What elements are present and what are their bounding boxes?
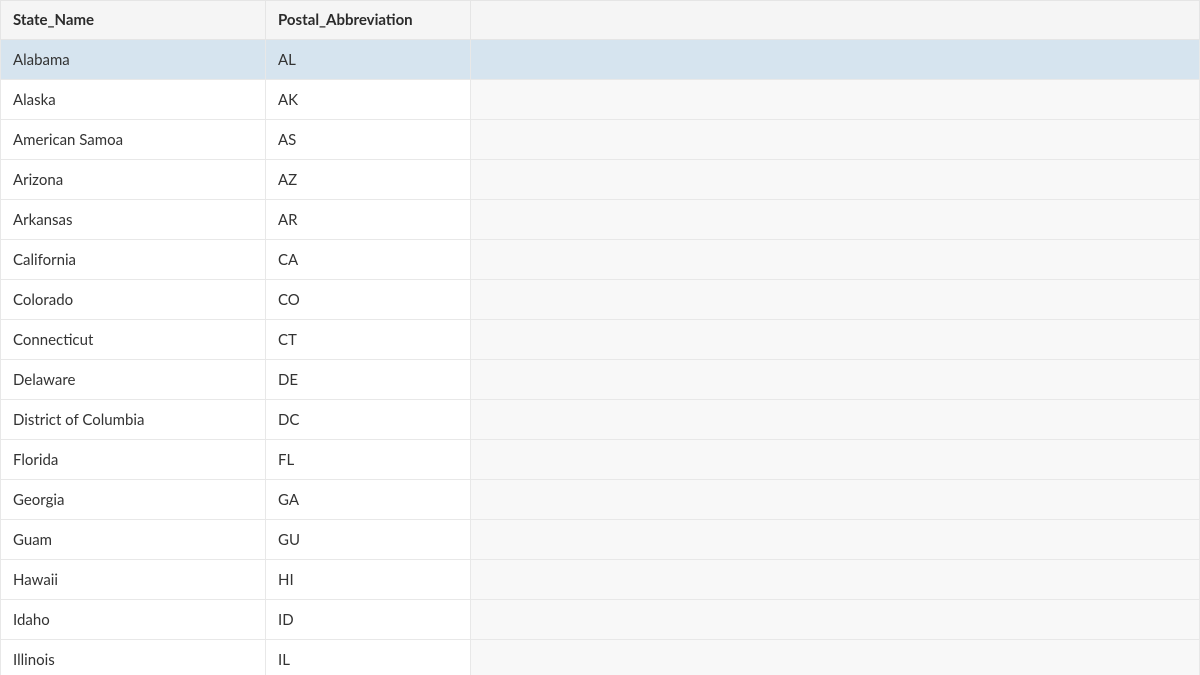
cell-state-name[interactable]: Illinois (1, 640, 266, 675)
table-header: State_Name Postal_Abbreviation (1, 1, 1200, 40)
table-body: AlabamaALAlaskaAKAmerican SamoaASArizona… (1, 40, 1200, 675)
cell-filler (471, 80, 1200, 120)
cell-state-name[interactable]: Georgia (1, 480, 266, 520)
cell-postal-abbreviation[interactable]: CO (266, 280, 471, 320)
cell-state-name[interactable]: Alaska (1, 80, 266, 120)
cell-filler (471, 640, 1200, 675)
table-row[interactable]: American SamoaAS (1, 120, 1200, 160)
cell-state-name[interactable]: Florida (1, 440, 266, 480)
cell-postal-abbreviation[interactable]: AK (266, 80, 471, 120)
column-header-filler (471, 1, 1200, 40)
cell-postal-abbreviation[interactable]: FL (266, 440, 471, 480)
cell-filler (471, 240, 1200, 280)
cell-state-name[interactable]: Idaho (1, 600, 266, 640)
data-table: State_Name Postal_Abbreviation AlabamaAL… (0, 0, 1200, 675)
cell-postal-abbreviation[interactable]: DE (266, 360, 471, 400)
cell-filler (471, 360, 1200, 400)
cell-filler (471, 120, 1200, 160)
table-row[interactable]: ArizonaAZ (1, 160, 1200, 200)
table-row[interactable]: ArkansasAR (1, 200, 1200, 240)
cell-postal-abbreviation[interactable]: HI (266, 560, 471, 600)
cell-filler (471, 560, 1200, 600)
table-row[interactable]: GuamGU (1, 520, 1200, 560)
table-row[interactable]: HawaiiHI (1, 560, 1200, 600)
column-header-postal-abbreviation[interactable]: Postal_Abbreviation (266, 1, 471, 40)
table-row[interactable]: IllinoisIL (1, 640, 1200, 675)
cell-postal-abbreviation[interactable]: DC (266, 400, 471, 440)
table-row[interactable]: AlabamaAL (1, 40, 1200, 80)
cell-postal-abbreviation[interactable]: AZ (266, 160, 471, 200)
cell-filler (471, 160, 1200, 200)
cell-state-name[interactable]: District of Columbia (1, 400, 266, 440)
data-table-wrapper: State_Name Postal_Abbreviation AlabamaAL… (0, 0, 1200, 675)
table-row[interactable]: ColoradoCO (1, 280, 1200, 320)
table-row[interactable]: IdahoID (1, 600, 1200, 640)
cell-filler (471, 400, 1200, 440)
cell-filler (471, 320, 1200, 360)
cell-state-name[interactable]: Delaware (1, 360, 266, 400)
column-header-state-name[interactable]: State_Name (1, 1, 266, 40)
cell-postal-abbreviation[interactable]: AS (266, 120, 471, 160)
cell-state-name[interactable]: Alabama (1, 40, 266, 80)
cell-postal-abbreviation[interactable]: AR (266, 200, 471, 240)
table-row[interactable]: District of ColumbiaDC (1, 400, 1200, 440)
table-row[interactable]: FloridaFL (1, 440, 1200, 480)
cell-state-name[interactable]: Hawaii (1, 560, 266, 600)
cell-state-name[interactable]: Colorado (1, 280, 266, 320)
cell-postal-abbreviation[interactable]: ID (266, 600, 471, 640)
table-row[interactable]: AlaskaAK (1, 80, 1200, 120)
table-row[interactable]: ConnecticutCT (1, 320, 1200, 360)
cell-postal-abbreviation[interactable]: GA (266, 480, 471, 520)
cell-filler (471, 440, 1200, 480)
cell-postal-abbreviation[interactable]: CT (266, 320, 471, 360)
cell-filler (471, 40, 1200, 80)
cell-filler (471, 480, 1200, 520)
cell-postal-abbreviation[interactable]: AL (266, 40, 471, 80)
table-row[interactable]: CaliforniaCA (1, 240, 1200, 280)
cell-state-name[interactable]: American Samoa (1, 120, 266, 160)
table-row[interactable]: GeorgiaGA (1, 480, 1200, 520)
cell-postal-abbreviation[interactable]: IL (266, 640, 471, 675)
cell-postal-abbreviation[interactable]: GU (266, 520, 471, 560)
cell-state-name[interactable]: Connecticut (1, 320, 266, 360)
table-row[interactable]: DelawareDE (1, 360, 1200, 400)
cell-state-name[interactable]: Arizona (1, 160, 266, 200)
cell-filler (471, 280, 1200, 320)
cell-filler (471, 200, 1200, 240)
cell-filler (471, 600, 1200, 640)
cell-postal-abbreviation[interactable]: CA (266, 240, 471, 280)
cell-state-name[interactable]: California (1, 240, 266, 280)
cell-state-name[interactable]: Arkansas (1, 200, 266, 240)
cell-state-name[interactable]: Guam (1, 520, 266, 560)
cell-filler (471, 520, 1200, 560)
